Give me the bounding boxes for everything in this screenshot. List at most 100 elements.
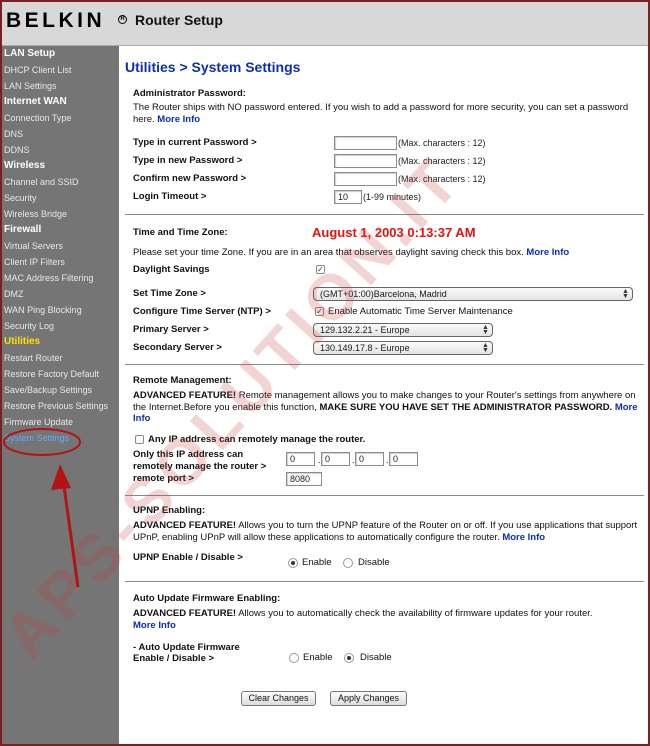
sidebar-item-wan-ping-blocking[interactable]: WAN Ping Blocking [2, 302, 119, 318]
remote-ip-octet-4[interactable]: 0 [389, 452, 418, 466]
upnp-more-info-link[interactable]: More Info [502, 532, 545, 543]
main-content: Utilities > System Settings Administrato… [119, 46, 648, 744]
upnp-enable-radio[interactable] [288, 558, 298, 568]
time-zone-select[interactable]: (GMT+01:00)Barcelona, Madrid ▲ ▼ [313, 287, 633, 301]
firmware-more-info-link[interactable]: More Info [133, 620, 176, 631]
time-zone-title: Time and Time Zone: [133, 227, 228, 238]
firmware-enable-radio[interactable] [289, 653, 299, 663]
sidebar-item-client-ip-filters[interactable]: Client IP Filters [2, 254, 119, 270]
apply-changes-button[interactable]: Apply Changes [330, 691, 407, 706]
admin-description: The Router ships with NO password entere… [133, 102, 629, 125]
nav-heading-lan-setup[interactable]: LAN Setup [2, 46, 119, 62]
current-password-label: Type in current Password > [133, 137, 257, 148]
remote-section: Remote Management: ADVANCED FEATURE! Rem… [133, 375, 642, 425]
top-header: BELKIN R Router Setup [2, 2, 648, 46]
current-password-hint: (Max. characters : 12) [398, 138, 486, 148]
sidebar-item-lan-settings[interactable]: LAN Settings [2, 78, 119, 94]
belkin-logo: BELKIN [6, 9, 106, 32]
firmware-description: ADVANCED FEATURE! Allows you to automati… [133, 608, 593, 631]
admin-more-info-link[interactable]: More Info [157, 114, 200, 125]
only-ip-label-line2: remotely manage the router > [133, 461, 267, 472]
confirm-password-field[interactable] [334, 172, 397, 186]
sidebar-item-dhcp-client-list[interactable]: DHCP Client List [2, 62, 119, 78]
login-timeout-field[interactable]: 10 [334, 190, 362, 204]
firmware-section: Auto Update Firmware Enabling: ADVANCED … [133, 593, 642, 631]
sidebar-item-restore-previous-settings[interactable]: Restore Previous Settings [2, 398, 119, 414]
admin-section: Administrator Password: The Router ships… [133, 88, 642, 125]
secondary-server-value: 130.149.17.8 - Europe [320, 343, 410, 353]
firmware-disable-label: Disable [360, 652, 392, 663]
firmware-toggle-label-line2: Enable / Disable > [133, 653, 215, 664]
nav-heading-internet-wan[interactable]: Internet WAN [2, 94, 119, 110]
remote-ip-octet-3[interactable]: 0 [355, 452, 384, 466]
divider [125, 364, 644, 365]
upnp-description: ADVANCED FEATURE! Allows you to turn the… [133, 520, 638, 543]
sidebar-item-connection-type[interactable]: Connection Type [2, 110, 119, 126]
daylight-savings-checkbox[interactable]: ✓ [316, 265, 325, 274]
time-more-info-link[interactable]: More Info [526, 247, 569, 258]
upnp-disable-label: Disable [358, 557, 390, 568]
app-title: Router Setup [135, 12, 223, 28]
upnp-section: UPNP Enabling: ADVANCED FEATURE! Allows … [133, 505, 642, 543]
sidebar-item-ddns[interactable]: DDNS [2, 142, 119, 158]
ntp-option-label: Enable Automatic Time Server Maintenance [328, 306, 513, 317]
remote-ip-octet-1[interactable]: 0 [286, 452, 315, 466]
nav-heading-utilities[interactable]: Utilities [2, 334, 119, 350]
divider [125, 214, 644, 215]
sidebar-item-security[interactable]: Security [2, 190, 119, 206]
sidebar-item-save-backup-settings[interactable]: Save/Backup Settings [2, 382, 119, 398]
current-date-time: August 1, 2003 0:13:37 AM [312, 225, 476, 240]
sidebar-item-mac-filtering[interactable]: MAC Address Filtering [2, 270, 119, 286]
sidebar-item-security-log[interactable]: Security Log [2, 318, 119, 334]
current-password-field[interactable] [334, 136, 397, 150]
upnp-title: UPNP Enabling: [133, 505, 206, 516]
confirm-password-label: Confirm new Password > [133, 173, 247, 184]
sidebar-item-restore-factory-default[interactable]: Restore Factory Default [2, 366, 119, 382]
admin-title: Administrator Password: [133, 88, 246, 99]
router-page: BELKIN R Router Setup LAN Setup DHCP Cli… [2, 2, 648, 744]
time-zone-value: (GMT+01:00)Barcelona, Madrid [320, 289, 447, 299]
sidebar-item-dns[interactable]: DNS [2, 126, 119, 142]
page-title: Utilities > System Settings [125, 59, 301, 75]
secondary-server-label: Secondary Server > [133, 342, 222, 353]
login-timeout-hint: (1-99 minutes) [363, 192, 422, 202]
firmware-enable-label: Enable [303, 652, 333, 663]
remote-title: Remote Management: [133, 375, 232, 386]
registered-mark-icon: R [118, 15, 127, 24]
chevron-up-down-icon: ▲ ▼ [622, 288, 629, 300]
any-ip-checkbox[interactable] [135, 435, 144, 444]
set-time-zone-label: Set Time Zone > [133, 288, 206, 299]
sidebar-item-channel-ssid[interactable]: Channel and SSID [2, 174, 119, 190]
nav-heading-firewall[interactable]: Firewall [2, 222, 119, 238]
ntp-checkbox[interactable]: ✓ [315, 307, 324, 316]
sidebar-item-dmz[interactable]: DMZ [2, 286, 119, 302]
remote-port-field[interactable]: 8080 [286, 472, 322, 486]
daylight-savings-label: Daylight Savings [133, 264, 210, 275]
secondary-server-select[interactable]: 130.149.17.8 - Europe ▲ ▼ [313, 341, 493, 355]
new-password-label: Type in new Password > [133, 155, 243, 166]
firmware-toggle-label-line1: - Auto Update Firmware [133, 642, 240, 653]
primary-server-value: 129.132.2.21 - Europe [320, 325, 410, 335]
sidebar-nav: LAN Setup DHCP Client List LAN Settings … [2, 46, 119, 744]
login-timeout-label: Login Timeout > [133, 191, 207, 202]
firmware-disable-radio[interactable] [344, 653, 354, 663]
sidebar-item-firmware-update[interactable]: Firmware Update [2, 414, 119, 430]
clear-changes-button[interactable]: Clear Changes [241, 691, 316, 706]
upnp-disable-radio[interactable] [343, 558, 353, 568]
divider [125, 495, 644, 496]
firmware-title: Auto Update Firmware Enabling: [133, 593, 281, 604]
sidebar-item-wireless-bridge[interactable]: Wireless Bridge [2, 206, 119, 222]
remote-port-label: remote port > [133, 473, 194, 484]
ntp-label: Configure Time Server (NTP) > [133, 306, 271, 317]
confirm-password-hint: (Max. characters : 12) [398, 174, 486, 184]
any-ip-label: Any IP address can remotely manage the r… [148, 434, 366, 445]
upnp-enable-label: Enable [302, 557, 332, 568]
sidebar-item-restart-router[interactable]: Restart Router [2, 350, 119, 366]
nav-heading-wireless[interactable]: Wireless [2, 158, 119, 174]
sidebar-item-virtual-servers[interactable]: Virtual Servers [2, 238, 119, 254]
primary-server-label: Primary Server > [133, 324, 209, 335]
remote-ip-octet-2[interactable]: 0 [321, 452, 350, 466]
primary-server-select[interactable]: 129.132.2.21 - Europe ▲ ▼ [313, 323, 493, 337]
new-password-field[interactable] [334, 154, 397, 168]
sidebar-item-system-settings[interactable]: System Settings [2, 430, 119, 446]
